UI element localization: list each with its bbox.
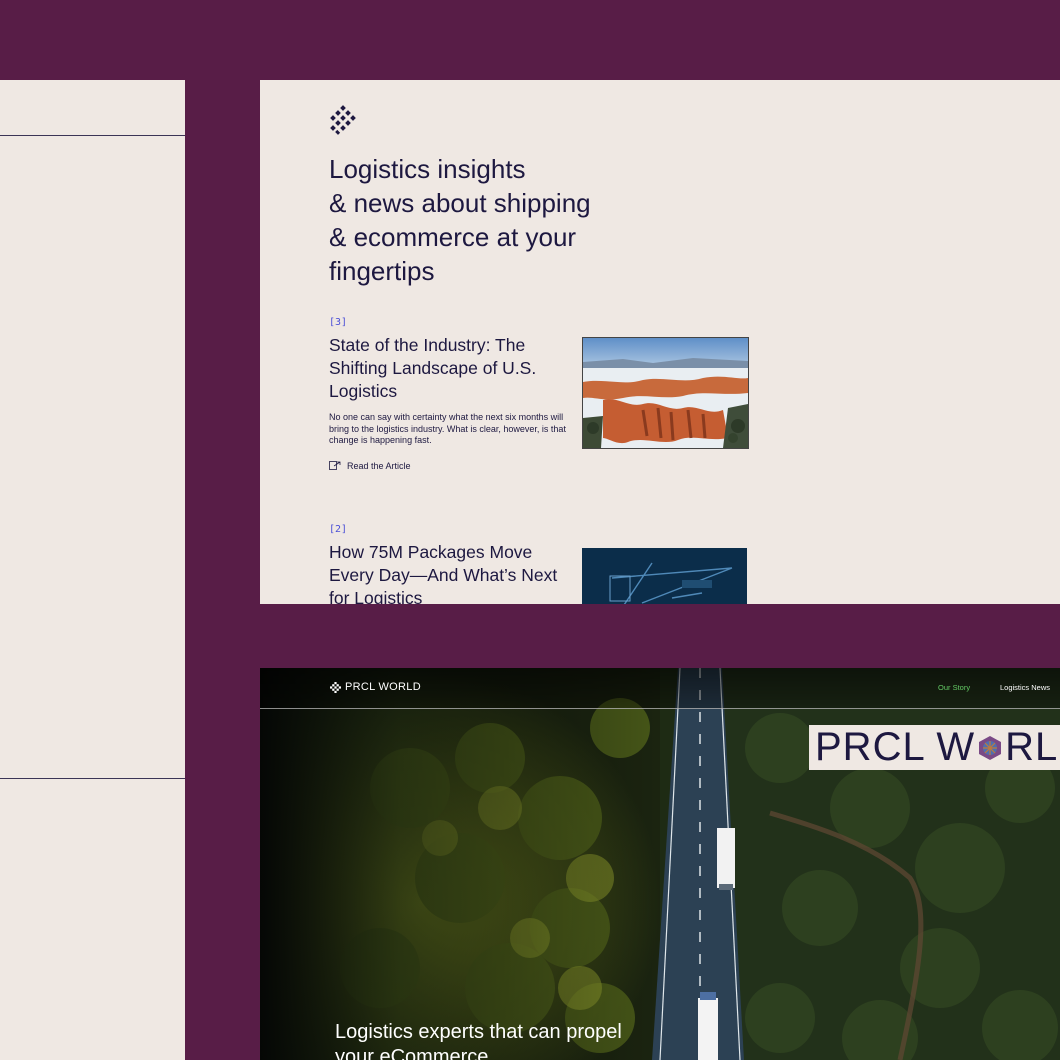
article-title[interactable]: State of the Industry: The Shifting Land…: [329, 334, 559, 403]
article-number: [3]: [329, 317, 348, 328]
external-link-icon: [329, 461, 341, 470]
article-thumbnail[interactable]: [582, 548, 747, 604]
article-card[interactable]: [2] How 75M Packages Move Every Day—And …: [329, 524, 829, 604]
wordmark-text-after: RL: [1005, 725, 1059, 769]
page-headline: Logistics insights & news about shipping…: [329, 154, 591, 286]
article-summary: No one can say with certainty what the n…: [329, 412, 566, 445]
brand-name: PRCL WORLD: [345, 681, 421, 693]
hero-panel: PRCL WORLD Our Story Logistics News PRCL…: [260, 668, 1060, 1060]
canyon-image: [583, 338, 748, 448]
prcl-logo-icon: [330, 681, 341, 693]
prcl-world-wordmark: PRCL W RL: [809, 725, 1060, 770]
brand-logo[interactable]: PRCL WORLD: [330, 681, 421, 693]
wordmark-text-before: PRCL W: [815, 725, 976, 769]
nav-our-story[interactable]: Our Story: [938, 683, 970, 692]
globe-icon: [979, 735, 1002, 760]
prcl-logo-icon[interactable]: [328, 105, 358, 135]
article-number: [2]: [329, 524, 348, 535]
blog-panel: Logistics insights & news about shipping…: [260, 80, 1060, 604]
read-article-link[interactable]: Read the Article: [329, 461, 829, 471]
article-card[interactable]: [3] State of the Industry: The Shifting …: [329, 317, 829, 471]
port-crane-image: [582, 548, 747, 604]
read-article-label: Read the Article: [347, 460, 411, 471]
article-thumbnail[interactable]: [582, 337, 749, 449]
article-title[interactable]: How 75M Packages Move Every Day—And What…: [329, 541, 559, 604]
top-navigation: PRCL WORLD Our Story Logistics News: [260, 668, 1060, 709]
hero-headline: Logistics experts that can propel your e…: [335, 1021, 622, 1060]
left-panel: [0, 80, 185, 1060]
divider: [0, 778, 185, 779]
nav-logistics-news[interactable]: Logistics News: [1000, 683, 1050, 692]
divider: [0, 135, 185, 136]
